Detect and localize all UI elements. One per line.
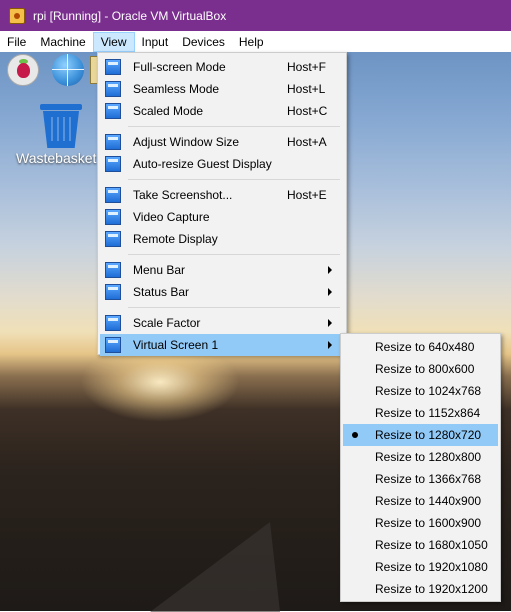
menu-separator	[128, 307, 340, 308]
wastebasket-label: Wastebasket	[16, 150, 97, 166]
submenu-item-resize-1920x1200[interactable]: Resize to 1920x1200	[343, 578, 498, 600]
menu-bar-icon	[105, 262, 121, 278]
scaled-icon	[105, 103, 121, 119]
menu-bar: File Machine View Input Devices Help	[0, 31, 511, 52]
submenu-item-resize-1600x900[interactable]: Resize to 1600x900	[343, 512, 498, 534]
menu-item-scale-factor[interactable]: Scale Factor	[100, 312, 344, 334]
virtual-screen-submenu: Resize to 640x480 Resize to 800x600 Resi…	[340, 333, 501, 602]
scale-factor-icon	[105, 315, 121, 331]
submenu-arrow-icon	[328, 288, 332, 296]
fullscreen-icon	[105, 59, 121, 75]
menu-item-auto-resize-guest-display[interactable]: Auto-resize Guest Display	[100, 153, 344, 175]
menu-item-seamless-mode[interactable]: Seamless Mode Host+L	[100, 78, 344, 100]
submenu-arrow-icon	[328, 341, 332, 349]
submenu-item-resize-1024x768[interactable]: Resize to 1024x768	[343, 380, 498, 402]
wastebasket-icon[interactable]	[40, 104, 82, 148]
menu-view[interactable]: View	[92, 31, 135, 52]
submenu-item-resize-1280x800[interactable]: Resize to 1280x800	[343, 446, 498, 468]
menu-item-virtual-screen-1[interactable]: Virtual Screen 1	[100, 334, 344, 356]
menu-item-status-bar[interactable]: Status Bar	[100, 281, 344, 303]
seamless-icon	[105, 81, 121, 97]
virtual-screen-icon	[105, 337, 121, 353]
submenu-item-resize-1152x864[interactable]: Resize to 1152x864	[343, 402, 498, 424]
menu-separator	[128, 126, 340, 127]
submenu-arrow-icon	[328, 319, 332, 327]
menu-separator	[128, 254, 340, 255]
menu-devices[interactable]: Devices	[175, 32, 232, 52]
menu-item-menu-bar[interactable]: Menu Bar	[100, 259, 344, 281]
menu-item-adjust-window-size[interactable]: Adjust Window Size Host+A	[100, 131, 344, 153]
adjust-window-icon	[105, 134, 121, 150]
screenshot-icon	[105, 187, 121, 203]
menu-item-remote-display[interactable]: Remote Display	[100, 228, 344, 250]
window-title: rpi [Running] - Oracle VM VirtualBox	[33, 8, 227, 23]
submenu-item-resize-1920x1080[interactable]: Resize to 1920x1080	[343, 556, 498, 578]
submenu-item-resize-1440x900[interactable]: Resize to 1440x900	[343, 490, 498, 512]
title-bar: rpi [Running] - Oracle VM VirtualBox	[0, 0, 511, 31]
video-capture-icon	[105, 209, 121, 225]
menu-input[interactable]: Input	[135, 32, 176, 52]
selected-bullet-icon	[352, 432, 358, 438]
submenu-item-resize-1680x1050[interactable]: Resize to 1680x1050	[343, 534, 498, 556]
submenu-arrow-icon	[328, 266, 332, 274]
menu-item-full-screen-mode[interactable]: Full-screen Mode Host+F	[100, 56, 344, 78]
auto-resize-icon	[105, 156, 121, 172]
view-menu: Full-screen Mode Host+F Seamless Mode Ho…	[97, 52, 347, 356]
submenu-item-resize-640x480[interactable]: Resize to 640x480	[343, 336, 498, 358]
submenu-item-resize-1366x768[interactable]: Resize to 1366x768	[343, 468, 498, 490]
menu-file[interactable]: File	[0, 32, 33, 52]
road	[150, 522, 280, 612]
status-bar-icon	[105, 284, 121, 300]
submenu-item-resize-1280x720[interactable]: Resize to 1280x720	[343, 424, 498, 446]
menu-item-video-capture[interactable]: Video Capture	[100, 206, 344, 228]
web-browser-icon[interactable]	[52, 54, 84, 86]
menu-item-take-screenshot[interactable]: Take Screenshot... Host+E	[100, 184, 344, 206]
submenu-item-resize-800x600[interactable]: Resize to 800x600	[343, 358, 498, 380]
raspberry-pi-menu-icon[interactable]	[7, 54, 39, 86]
remote-display-icon	[105, 231, 121, 247]
menu-machine[interactable]: Machine	[33, 32, 92, 52]
menu-separator	[128, 179, 340, 180]
virtualbox-app-icon	[9, 7, 25, 24]
menu-item-scaled-mode[interactable]: Scaled Mode Host+C	[100, 100, 344, 122]
menu-help[interactable]: Help	[232, 32, 271, 52]
